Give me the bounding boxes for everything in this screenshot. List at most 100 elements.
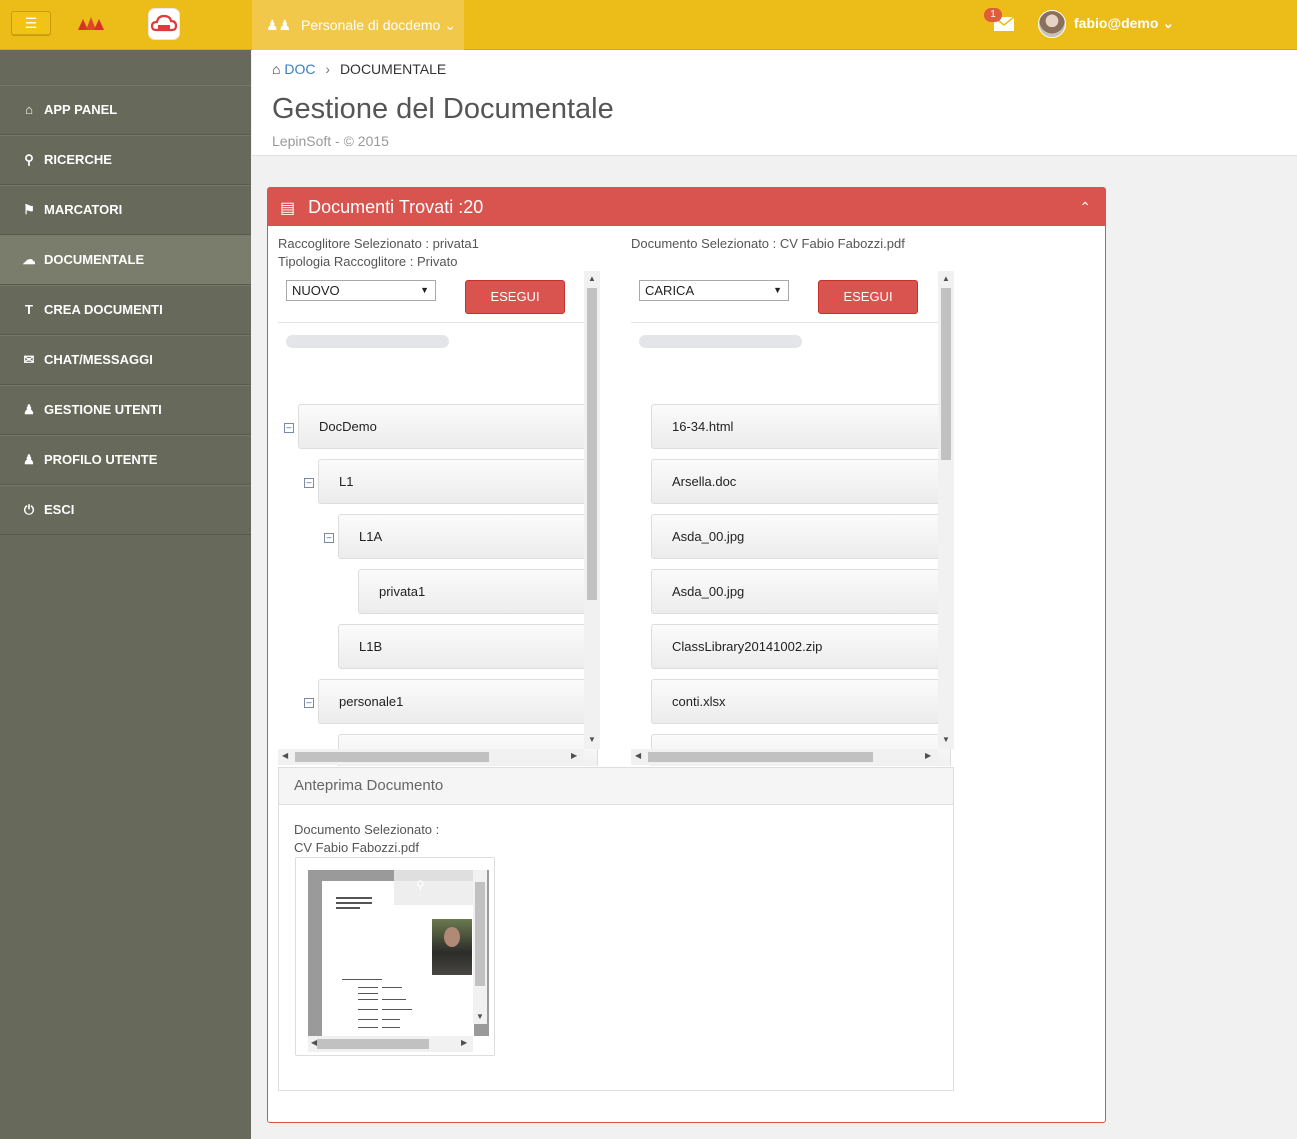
horizontal-scrollbar[interactable]: ◀ ▶	[631, 749, 938, 765]
dropdown-arrow-icon: ▼	[420, 285, 429, 295]
scroll-right-icon[interactable]: ▶	[571, 751, 577, 760]
sidebar: ⌂ APP PANEL ⚲ RICERCHE ⚑ MARCATORI ☁ DOCUMEN…	[0, 50, 251, 1139]
folder-action-select[interactable]: NUOVO ▼	[286, 280, 436, 301]
file-item[interactable]: ClassLibrary20141002.zip	[651, 624, 951, 669]
page-title: Gestione del Documentale	[272, 93, 614, 125]
sidebar-item-crea-documenti[interactable]: T CREA DOCUMENTI	[0, 285, 251, 335]
sidebar-item-label: RICERCHE	[44, 152, 112, 167]
sidebar-item-ricerche[interactable]: ⚲ RICERCHE	[0, 135, 251, 185]
file-item[interactable]: 16-34.html	[651, 404, 951, 449]
scroll-left-icon[interactable]: ◀	[282, 751, 288, 760]
folder-tree-box[interactable]: NUOVO ▼ ESEGUI – DocDemo – L1 – L1A priv…	[278, 271, 600, 766]
file-execute-button[interactable]: ESEGUI	[818, 280, 918, 314]
users-icon: ♟	[23, 402, 35, 417]
collapse-toggle-icon[interactable]: –	[304, 478, 314, 488]
loading-bar	[639, 335, 802, 348]
sidebar-item-label: APP PANEL	[44, 102, 118, 117]
top-bar: ☰ ♟♟ Personale di docdemo ⌄ 1 fabio@demo…	[0, 0, 1297, 50]
collapse-toggle-icon[interactable]: –	[324, 533, 334, 543]
tree-node[interactable]: L1	[318, 459, 598, 504]
scrollbar-thumb[interactable]	[295, 752, 489, 762]
pdf-thumbnail[interactable]: ⚲ ▼ ◀ ▶	[295, 857, 495, 1056]
sidebar-item-app-panel[interactable]: ⌂ APP PANEL	[0, 85, 251, 135]
cloud-upload-icon: ☁	[22, 252, 36, 267]
hamburger-button[interactable]: ☰	[11, 11, 51, 36]
horizontal-scrollbar[interactable]: ◀ ▶	[278, 749, 584, 765]
collapse-toggle-icon[interactable]: –	[304, 698, 314, 708]
selected-document-info: Documento Selezionato : CV Fabio Fabozzi…	[631, 236, 905, 251]
scrollbar-thumb[interactable]	[941, 288, 951, 460]
zoom-icon[interactable]: ⚲	[416, 878, 425, 892]
tree-node[interactable]: DocDemo	[298, 404, 598, 449]
text-icon: T	[25, 302, 33, 317]
left-info: Raccoglitore Selezionato : privata1 Tipo…	[278, 235, 479, 271]
scrollbar-thumb[interactable]	[317, 1039, 429, 1049]
pdf-viewer[interactable]: ⚲ ▼	[308, 870, 489, 1036]
profile-photo	[432, 919, 472, 975]
file-item[interactable]: Asda_00.jpg	[651, 514, 951, 559]
scroll-down-icon[interactable]: ▼	[942, 735, 950, 744]
dropdown-arrow-icon: ▼	[773, 285, 782, 295]
sidebar-item-esci[interactable]: ⏻ ESCI	[0, 485, 251, 535]
cloud-doc-logo-icon	[148, 8, 180, 40]
user-menu[interactable]: fabio@demo ⌄	[1074, 15, 1174, 32]
page-header: ⌂ DOC › DOCUMENTALE Gestione del Documen…	[252, 50, 1297, 156]
file-item[interactable]: conti.xlsx	[651, 679, 951, 724]
file-action-select[interactable]: CARICA ▼	[639, 280, 789, 301]
vertical-scrollbar[interactable]: ▲ ▼	[938, 271, 954, 749]
pdf-horizontal-scrollbar[interactable]: ◀ ▶	[308, 1036, 473, 1052]
user-icon: ♟	[23, 452, 35, 467]
scroll-right-icon[interactable]: ▶	[461, 1038, 467, 1047]
search-icon: ⚲	[24, 152, 34, 167]
folder-action-value: NUOVO	[292, 283, 340, 298]
scroll-up-icon[interactable]: ▲	[942, 274, 950, 283]
user-name: fabio@demo	[1074, 15, 1159, 31]
collapse-toggle-icon[interactable]: –	[284, 423, 294, 433]
breadcrumb: ⌂ DOC › DOCUMENTALE	[272, 61, 446, 77]
file-item[interactable]: Asda_00.jpg	[651, 569, 951, 614]
panel-title: Documenti Trovati :20	[308, 197, 484, 217]
scroll-up-icon[interactable]: ▲	[588, 274, 596, 283]
avatar[interactable]	[1038, 10, 1066, 38]
sidebar-item-label: ESCI	[44, 502, 75, 517]
chevron-down-icon: ⌄	[1162, 15, 1175, 31]
folder-execute-button[interactable]: ESEGUI	[465, 280, 565, 314]
notification-badge: 1	[984, 8, 1002, 22]
scroll-down-icon[interactable]: ▼	[588, 735, 596, 744]
sidebar-item-documentale[interactable]: ☁ DOCUMENTALE	[0, 235, 251, 285]
sidebar-item-gestione-utenti[interactable]: ♟ GESTIONE UTENTI	[0, 385, 251, 435]
right-info: Documento Selezionato : CV Fabio Fabozzi…	[631, 235, 905, 253]
chevron-down-icon: ⌄	[444, 17, 456, 33]
sidebar-item-profilo-utente[interactable]: ♟ PROFILO UTENTE	[0, 435, 251, 485]
users-icon: ♟♟	[266, 17, 292, 33]
preview-label: Documento Selezionato :	[294, 822, 440, 837]
scroll-left-icon[interactable]: ◀	[635, 751, 641, 760]
file-list-box[interactable]: CARICA ▼ ESEGUI 16-34.html Arsella.doc A…	[631, 271, 954, 766]
envelope-icon: ✉	[23, 352, 35, 367]
sidebar-item-chat-messaggi[interactable]: ✉ CHAT/MESSAGGI	[0, 335, 251, 385]
pdf-vertical-scrollbar[interactable]: ▼	[473, 870, 487, 1024]
home-icon[interactable]: ⌂	[272, 61, 280, 77]
tree-node[interactable]: L1B	[338, 624, 598, 669]
tree-node[interactable]: privata1	[358, 569, 598, 614]
file-action-value: CARICA	[645, 283, 695, 298]
scroll-down-icon[interactable]: ▼	[476, 1012, 484, 1021]
breadcrumb-root-link[interactable]: DOC	[284, 61, 315, 77]
vertical-scrollbar[interactable]: ▲ ▼	[584, 271, 600, 749]
organization-dropdown[interactable]: ♟♟ Personale di docdemo ⌄	[252, 0, 464, 50]
page-subtitle: LepinSoft - © 2015	[272, 133, 389, 149]
selected-folder-info: Raccoglitore Selezionato : privata1	[278, 236, 479, 251]
sidebar-item-marcatori[interactable]: ⚑ MARCATORI	[0, 185, 251, 235]
breadcrumb-current: DOCUMENTALE	[339, 61, 447, 77]
scrollbar-thumb[interactable]	[587, 288, 597, 600]
chevron-up-icon[interactable]: ⌃	[1079, 188, 1091, 226]
scroll-right-icon[interactable]: ▶	[925, 751, 931, 760]
scrollbar-thumb[interactable]	[475, 882, 485, 986]
sidebar-item-label: DOCUMENTALE	[44, 252, 145, 267]
tree-node[interactable]: personale1	[318, 679, 598, 724]
file-item[interactable]: Arsella.doc	[651, 459, 951, 504]
power-icon: ⏻	[23, 502, 35, 517]
tree-node[interactable]: L1A	[338, 514, 598, 559]
sidebar-item-label: CHAT/MESSAGGI	[44, 352, 153, 367]
scrollbar-thumb[interactable]	[648, 752, 873, 762]
